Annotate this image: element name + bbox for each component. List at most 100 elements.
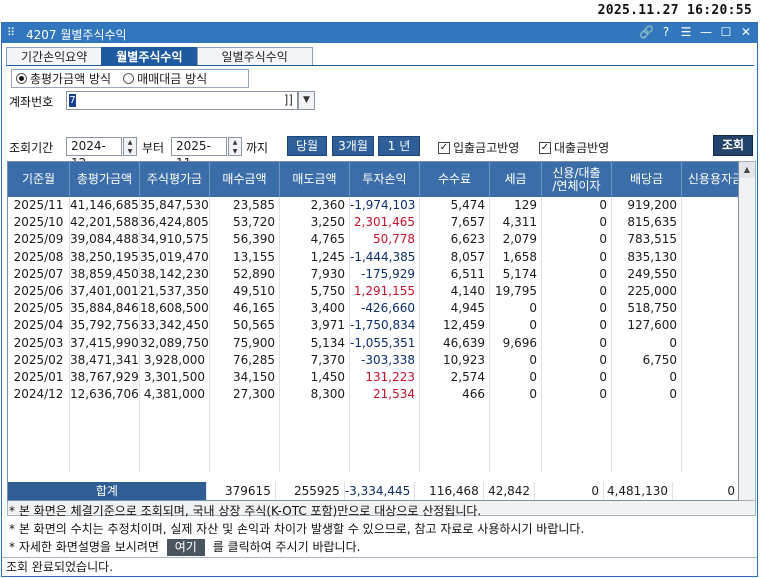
table-cell: 0 [490, 368, 542, 387]
table-cell: 0 [682, 266, 738, 283]
table-row[interactable] [8, 420, 738, 438]
deposit-checkbox[interactable]: ✓ 입출금고반영 [438, 139, 519, 156]
table-cell: -1,974,103 [350, 197, 420, 215]
radio-unselected-icon [123, 73, 135, 84]
loan-checkbox[interactable]: ✓ 대출금반영 [539, 139, 609, 156]
table-cell [682, 420, 738, 437]
one-year-button[interactable]: 1 년 [378, 136, 420, 156]
spin-up-icon[interactable]: ▲ [124, 138, 136, 147]
table-cell: 0 [682, 369, 738, 386]
link-icon[interactable]: 🔗 [639, 25, 654, 40]
table-cell: 1,450 [280, 368, 350, 387]
window-titlebar[interactable]: ⠿ 4207 월별주식수익 🔗 ? ☰ — ☐ ✕ [2, 23, 757, 43]
table-cell: 3,301,500 [140, 368, 210, 387]
table-row[interactable] [8, 437, 738, 455]
table-row[interactable]: 2024/12 12,636,706 4,381,000 27,300 8,300 21,… [8, 386, 738, 404]
period-to-spinner[interactable]: ▲ ▼ [228, 137, 242, 156]
table-row[interactable]: 2025/05 35,884,846 18,608,500 46,165 3,400 -4… [8, 300, 738, 318]
period-from-spinner[interactable]: ▲ ▼ [123, 137, 137, 156]
table-cell: 0 [612, 386, 682, 404]
radio-trade-amount[interactable]: 매매대금 방식 [123, 70, 207, 87]
account-dropdown-button[interactable]: ▼ [298, 91, 315, 110]
table-vertical-scrollbar[interactable]: ▲ [739, 161, 756, 501]
three-months-button[interactable]: 3개월 [332, 136, 374, 156]
this-month-button[interactable]: 당월 [287, 136, 327, 156]
table-row[interactable] [8, 454, 738, 472]
table-row[interactable]: 2025/03 37,415,990 32,089,750 75,900 5,134 -1… [8, 334, 738, 352]
table-header-cell[interactable]: 신용/대출 /연체이자 [542, 162, 612, 197]
table-cell: 2025/08 [8, 248, 70, 266]
help-icon[interactable]: ? [659, 25, 673, 40]
table-cell: 6,623 [420, 231, 490, 249]
table-cell: 0 [542, 248, 612, 266]
account-end-mark: ]] [283, 93, 293, 107]
radio-total-valuation[interactable]: 총평가금액 방식 [16, 70, 111, 87]
spin-up-icon[interactable]: ▲ [229, 138, 241, 147]
settings-icon[interactable]: ☰ [679, 25, 693, 40]
summary-fee: 116,468 [414, 482, 484, 500]
table-cell: 3,400 [280, 300, 350, 318]
table-cell: 0 [542, 334, 612, 352]
spin-down-icon[interactable]: ▼ [124, 147, 136, 156]
table-cell: 46,165 [210, 300, 280, 318]
table-cell: 6,750 [612, 351, 682, 369]
table-row[interactable]: 2025/11 41,146,685 35,847,530 23,585 2,360 -1… [8, 197, 738, 215]
table-cell [280, 437, 350, 455]
table-header-cell[interactable]: 기준월 [8, 162, 70, 197]
scroll-up-icon[interactable]: ▲ [739, 162, 755, 178]
table-row[interactable]: 2025/02 38,471,341 3,928,000 76,285 7,370 -30… [8, 351, 738, 369]
table-cell: 2025/05 [8, 300, 70, 318]
table-cell: 4,945 [420, 300, 490, 318]
query-button[interactable]: 조회 [713, 135, 753, 156]
table-header-cell[interactable]: 세금 [490, 162, 542, 197]
close-icon[interactable]: ✕ [739, 25, 753, 40]
table-cell: 0 [490, 317, 542, 335]
table-cell: 4,381,000 [140, 386, 210, 404]
note-line-1: * 본 화면은 체결기준으로 조회되며, 국내 상장 주식(K-OTC 포함)만… [9, 504, 482, 518]
period-to-suffix: 까지 [246, 141, 269, 155]
table-header-cell[interactable]: 총평가금액 [70, 162, 140, 197]
minimize-icon[interactable]: — [699, 25, 713, 40]
table-header-cell[interactable]: 매수금액 [210, 162, 280, 197]
period-to-input[interactable]: 2025-11 [171, 137, 227, 170]
table-row[interactable]: 2025/04 35,792,756 33,342,450 50,565 3,971 -1… [8, 317, 738, 335]
maximize-icon[interactable]: ☐ [719, 25, 733, 40]
table-cell: 0 [682, 352, 738, 369]
table-row[interactable]: 2025/07 38,859,450 38,142,230 52,890 7,930 -1… [8, 265, 738, 283]
app-menu-icon[interactable]: ⠿ [7, 26, 15, 39]
table-cell: 76,285 [210, 351, 280, 369]
tab-period-summary[interactable]: 기간손익요약 [6, 47, 103, 66]
table-cell: 0 [542, 368, 612, 387]
table-cell [420, 420, 490, 438]
table-cell: 0 [542, 231, 612, 249]
table-cell: 0 [612, 334, 682, 352]
table-cell: 27,300 [210, 386, 280, 404]
period-from-input[interactable]: 2024-12 [66, 137, 122, 170]
table-row[interactable]: 2025/08 38,250,195 35,019,470 13,155 1,245 -1… [8, 248, 738, 266]
table-header-cell[interactable]: 투자손익 [350, 162, 420, 197]
table-row[interactable]: 2025/09 39,084,488 34,910,575 56,390 4,765 50… [8, 231, 738, 249]
table-row[interactable]: 2025/10 42,201,588 36,424,805 53,720 3,250 2,… [8, 214, 738, 232]
monthly-stock-profit-window: ⠿ 4207 월별주식수익 🔗 ? ☰ — ☐ ✕ 기간손익요약 월별주식수익 … [1, 22, 758, 577]
table-row[interactable] [8, 403, 738, 421]
table-header-cell[interactable]: 매도금액 [280, 162, 350, 197]
account-number-input[interactable]: 7 ]] [66, 91, 298, 110]
table-cell: 75,900 [210, 334, 280, 352]
table-header-cell[interactable]: 배당금 [612, 162, 682, 197]
table-cell: 34,910,575 [140, 231, 210, 249]
table-cell: 129 [490, 197, 542, 215]
table-cell [210, 403, 280, 421]
table-cell: 127,600 [612, 317, 682, 335]
table-header-cell[interactable]: 신용용자금 [682, 162, 738, 197]
table-cell: 2,301,465 [350, 214, 420, 232]
help-link-button[interactable]: 여기 [166, 539, 205, 556]
table-header-cell[interactable]: 주식평가금 [140, 162, 210, 197]
table-row[interactable]: 2025/01 38,767,929 3,301,500 34,150 1,450 131… [8, 368, 738, 387]
spin-down-icon[interactable]: ▼ [229, 147, 241, 156]
table-cell [70, 454, 140, 472]
table-row[interactable]: 2025/06 37,401,001 21,537,350 49,510 5,750 1,… [8, 282, 738, 301]
table-cell [210, 420, 280, 438]
tab-monthly-stock-profit[interactable]: 월별주식수익 [101, 47, 198, 66]
table-header-cell[interactable]: 수수료 [420, 162, 490, 197]
tab-daily-stock-profit[interactable]: 일별주식수익 [196, 47, 313, 66]
